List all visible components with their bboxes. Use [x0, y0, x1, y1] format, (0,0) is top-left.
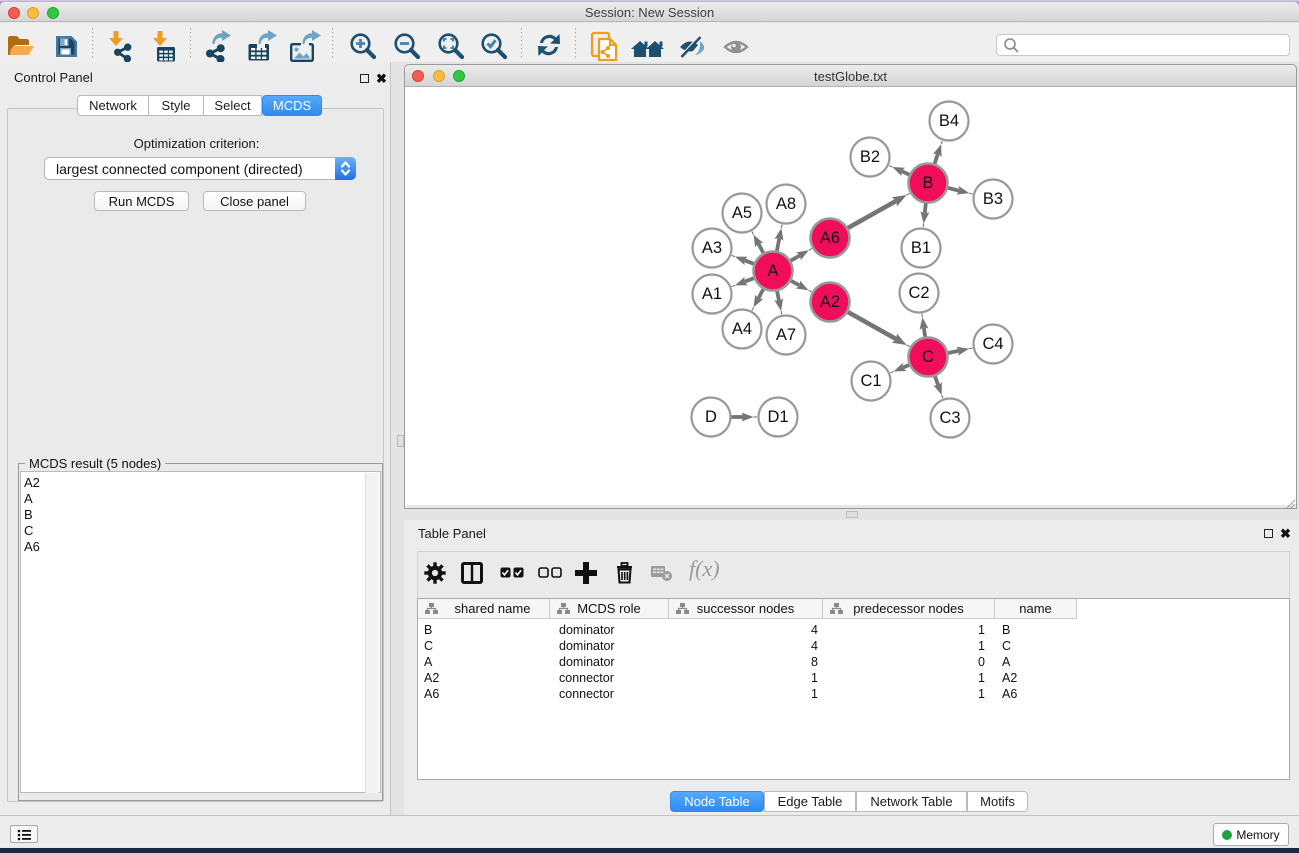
svg-text:A7: A7	[776, 326, 796, 344]
svg-text:B3: B3	[983, 190, 1003, 208]
svg-text:C: C	[922, 348, 934, 366]
svg-text:D1: D1	[767, 408, 788, 426]
svg-text:A: A	[767, 262, 778, 280]
svg-text:B: B	[922, 174, 933, 192]
svg-text:A2: A2	[820, 293, 840, 311]
svg-text:A1: A1	[702, 285, 722, 303]
svg-text:B1: B1	[911, 239, 931, 257]
svg-text:B2: B2	[860, 148, 880, 166]
svg-text:A6: A6	[820, 229, 840, 247]
svg-text:C2: C2	[908, 284, 929, 302]
svg-text:A4: A4	[732, 320, 752, 338]
svg-text:C4: C4	[982, 335, 1003, 353]
svg-text:A8: A8	[776, 195, 796, 213]
svg-text:C1: C1	[860, 372, 881, 390]
svg-text:A3: A3	[702, 239, 722, 257]
svg-text:C3: C3	[939, 409, 960, 427]
svg-text:D: D	[705, 408, 717, 426]
svg-text:A5: A5	[732, 204, 752, 222]
svg-text:B4: B4	[939, 112, 959, 130]
